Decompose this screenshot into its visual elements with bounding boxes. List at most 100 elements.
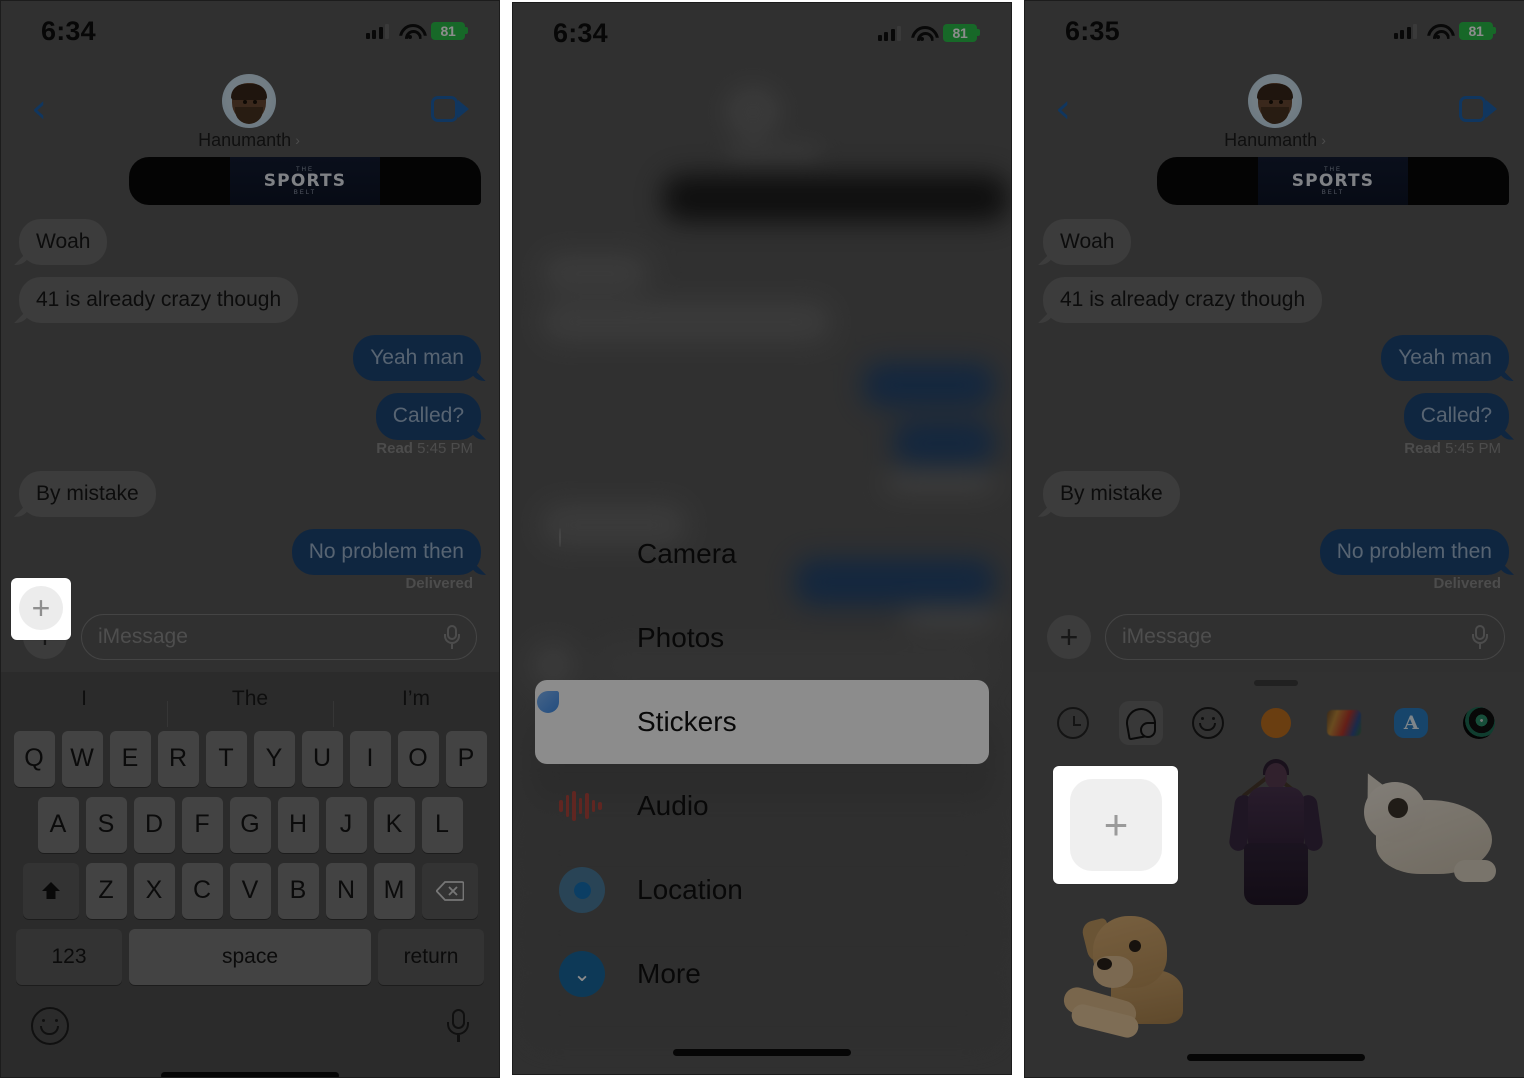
- contact-header[interactable]: Hanumanth ›: [71, 73, 427, 151]
- keyboard-bottom-bar: [1, 990, 499, 1062]
- message-bubble[interactable]: Woah: [1043, 219, 1132, 266]
- add-sticker-button-highlighted[interactable]: +: [1070, 779, 1162, 871]
- key-e[interactable]: E: [109, 730, 151, 787]
- key-x[interactable]: X: [133, 862, 175, 919]
- key-q[interactable]: Q: [13, 730, 55, 787]
- key-h[interactable]: H: [277, 796, 319, 853]
- sticker-cell[interactable]: [1051, 906, 1197, 1058]
- sticker-cell[interactable]: [1203, 758, 1349, 910]
- facetime-button[interactable]: [1455, 96, 1497, 122]
- key-o[interactable]: O: [397, 730, 439, 787]
- contact-header[interactable]: Hanumanth ›: [1095, 73, 1455, 151]
- sports-media-bubble[interactable]: THE SPORTS BELT: [1157, 157, 1509, 205]
- return-key[interactable]: return: [378, 928, 484, 985]
- microphone-icon[interactable]: [444, 624, 460, 649]
- message-bubble[interactable]: No problem then: [1319, 528, 1509, 575]
- facetime-button[interactable]: [427, 96, 469, 122]
- receipt-label: Read: [1404, 439, 1441, 457]
- message-bubble[interactable]: Called?: [375, 393, 481, 440]
- microphone-icon[interactable]: [1472, 624, 1488, 649]
- menu-item-photos[interactable]: Photos: [535, 596, 989, 680]
- message-bubble[interactable]: Yeah man: [1381, 335, 1509, 382]
- sticker-cell[interactable]: [1355, 758, 1501, 910]
- key-s[interactable]: S: [85, 796, 127, 853]
- tab-emoji[interactable]: [1186, 701, 1230, 745]
- dictation-microphone-icon[interactable]: [447, 1008, 469, 1043]
- shift-arrow-icon[interactable]: [22, 862, 79, 919]
- key-a[interactable]: A: [37, 796, 79, 853]
- prediction-item[interactable]: I’m: [333, 687, 499, 727]
- message-bubble[interactable]: No problem then: [291, 528, 481, 575]
- key-l[interactable]: L: [421, 796, 463, 853]
- tab-my-stickers[interactable]: [1118, 700, 1163, 745]
- key-f[interactable]: F: [181, 796, 223, 853]
- message-row: By mistake: [19, 470, 481, 517]
- emoji-smiley-icon[interactable]: [31, 1006, 69, 1045]
- back-chevron-icon[interactable]: ‹: [31, 89, 71, 129]
- back-chevron-icon[interactable]: ‹: [1055, 89, 1095, 129]
- status-clock: 6:34: [553, 17, 608, 48]
- key-t[interactable]: T: [205, 730, 247, 787]
- tab-art-pack[interactable]: [1322, 701, 1366, 745]
- tab-app-store[interactable]: A: [1389, 701, 1433, 745]
- tab-orange-pack[interactable]: [1254, 701, 1298, 745]
- delivered-receipt: Delivered: [1433, 574, 1501, 592]
- read-receipt: Read 5:45 PM: [19, 440, 473, 457]
- message-bubble[interactable]: By mistake: [1043, 470, 1180, 517]
- key-z[interactable]: Z: [85, 862, 127, 919]
- key-p[interactable]: P: [445, 730, 487, 787]
- prediction-item[interactable]: The: [167, 687, 333, 727]
- key-n[interactable]: N: [325, 862, 367, 919]
- message-row: No problem then: [19, 528, 481, 575]
- key-b[interactable]: B: [277, 862, 319, 919]
- key-i[interactable]: I: [349, 730, 391, 787]
- key-r[interactable]: R: [157, 730, 199, 787]
- key-c[interactable]: C: [181, 862, 223, 919]
- message-bubble[interactable]: Woah: [19, 219, 108, 266]
- contact-name[interactable]: Hanumanth ›: [1224, 130, 1326, 151]
- key-d[interactable]: D: [133, 796, 175, 853]
- status-bar-3: 6:35 81: [1025, 1, 1524, 61]
- menu-item-more[interactable]: ⌄ More: [535, 932, 989, 1016]
- status-clock: 6:35: [1065, 15, 1120, 46]
- message-row: No problem then: [1043, 528, 1509, 575]
- menu-item-camera[interactable]: Camera: [535, 512, 989, 596]
- wifi-icon: [399, 23, 421, 39]
- sticker-pack-tabs: A: [1025, 694, 1524, 752]
- key-j[interactable]: J: [325, 796, 367, 853]
- message-bubble[interactable]: Yeah man: [353, 335, 481, 382]
- message-bubble[interactable]: Called?: [1403, 393, 1509, 440]
- sports-media-bubble[interactable]: THE SPORTS BELT: [129, 157, 481, 205]
- contact-name[interactable]: Hanumanth ›: [198, 130, 300, 151]
- key-w[interactable]: W: [61, 730, 103, 787]
- prediction-item[interactable]: I: [1, 687, 167, 711]
- message-bubble[interactable]: 41 is already crazy though: [19, 277, 299, 324]
- backspace-icon[interactable]: [421, 862, 478, 919]
- key-y[interactable]: Y: [253, 730, 295, 787]
- numbers-key[interactable]: 123: [16, 928, 122, 985]
- imessage-input[interactable]: iMessage: [1105, 613, 1505, 660]
- key-k[interactable]: K: [373, 796, 415, 853]
- cat-sticker[interactable]: [1355, 767, 1498, 894]
- tab-dark-pack[interactable]: [1457, 701, 1501, 745]
- key-u[interactable]: U: [301, 730, 343, 787]
- menu-item-location[interactable]: Location: [535, 848, 989, 932]
- tab-recents[interactable]: [1051, 701, 1095, 745]
- drawer-grabber[interactable]: [1025, 672, 1524, 694]
- menu-item-stickers[interactable]: Stickers: [535, 680, 989, 764]
- imessage-input[interactable]: iMessage: [81, 613, 477, 660]
- warrior-sticker[interactable]: [1222, 758, 1330, 909]
- message-bubble[interactable]: 41 is already crazy though: [1043, 277, 1323, 324]
- plus-apps-button[interactable]: +: [1047, 614, 1091, 659]
- message-bubble[interactable]: By mistake: [19, 470, 156, 517]
- message-row: Yeah man: [19, 335, 481, 382]
- menu-item-audio[interactable]: Audio: [535, 764, 989, 848]
- plus-apps-button-highlighted[interactable]: +: [19, 586, 63, 630]
- key-g[interactable]: G: [229, 796, 271, 853]
- space-key[interactable]: space: [129, 928, 371, 985]
- wifi-icon: [911, 25, 933, 41]
- home-indicator-3: [1025, 1043, 1524, 1071]
- dog-sticker[interactable]: [1059, 912, 1189, 1052]
- key-m[interactable]: M: [373, 862, 415, 919]
- key-v[interactable]: V: [229, 862, 271, 919]
